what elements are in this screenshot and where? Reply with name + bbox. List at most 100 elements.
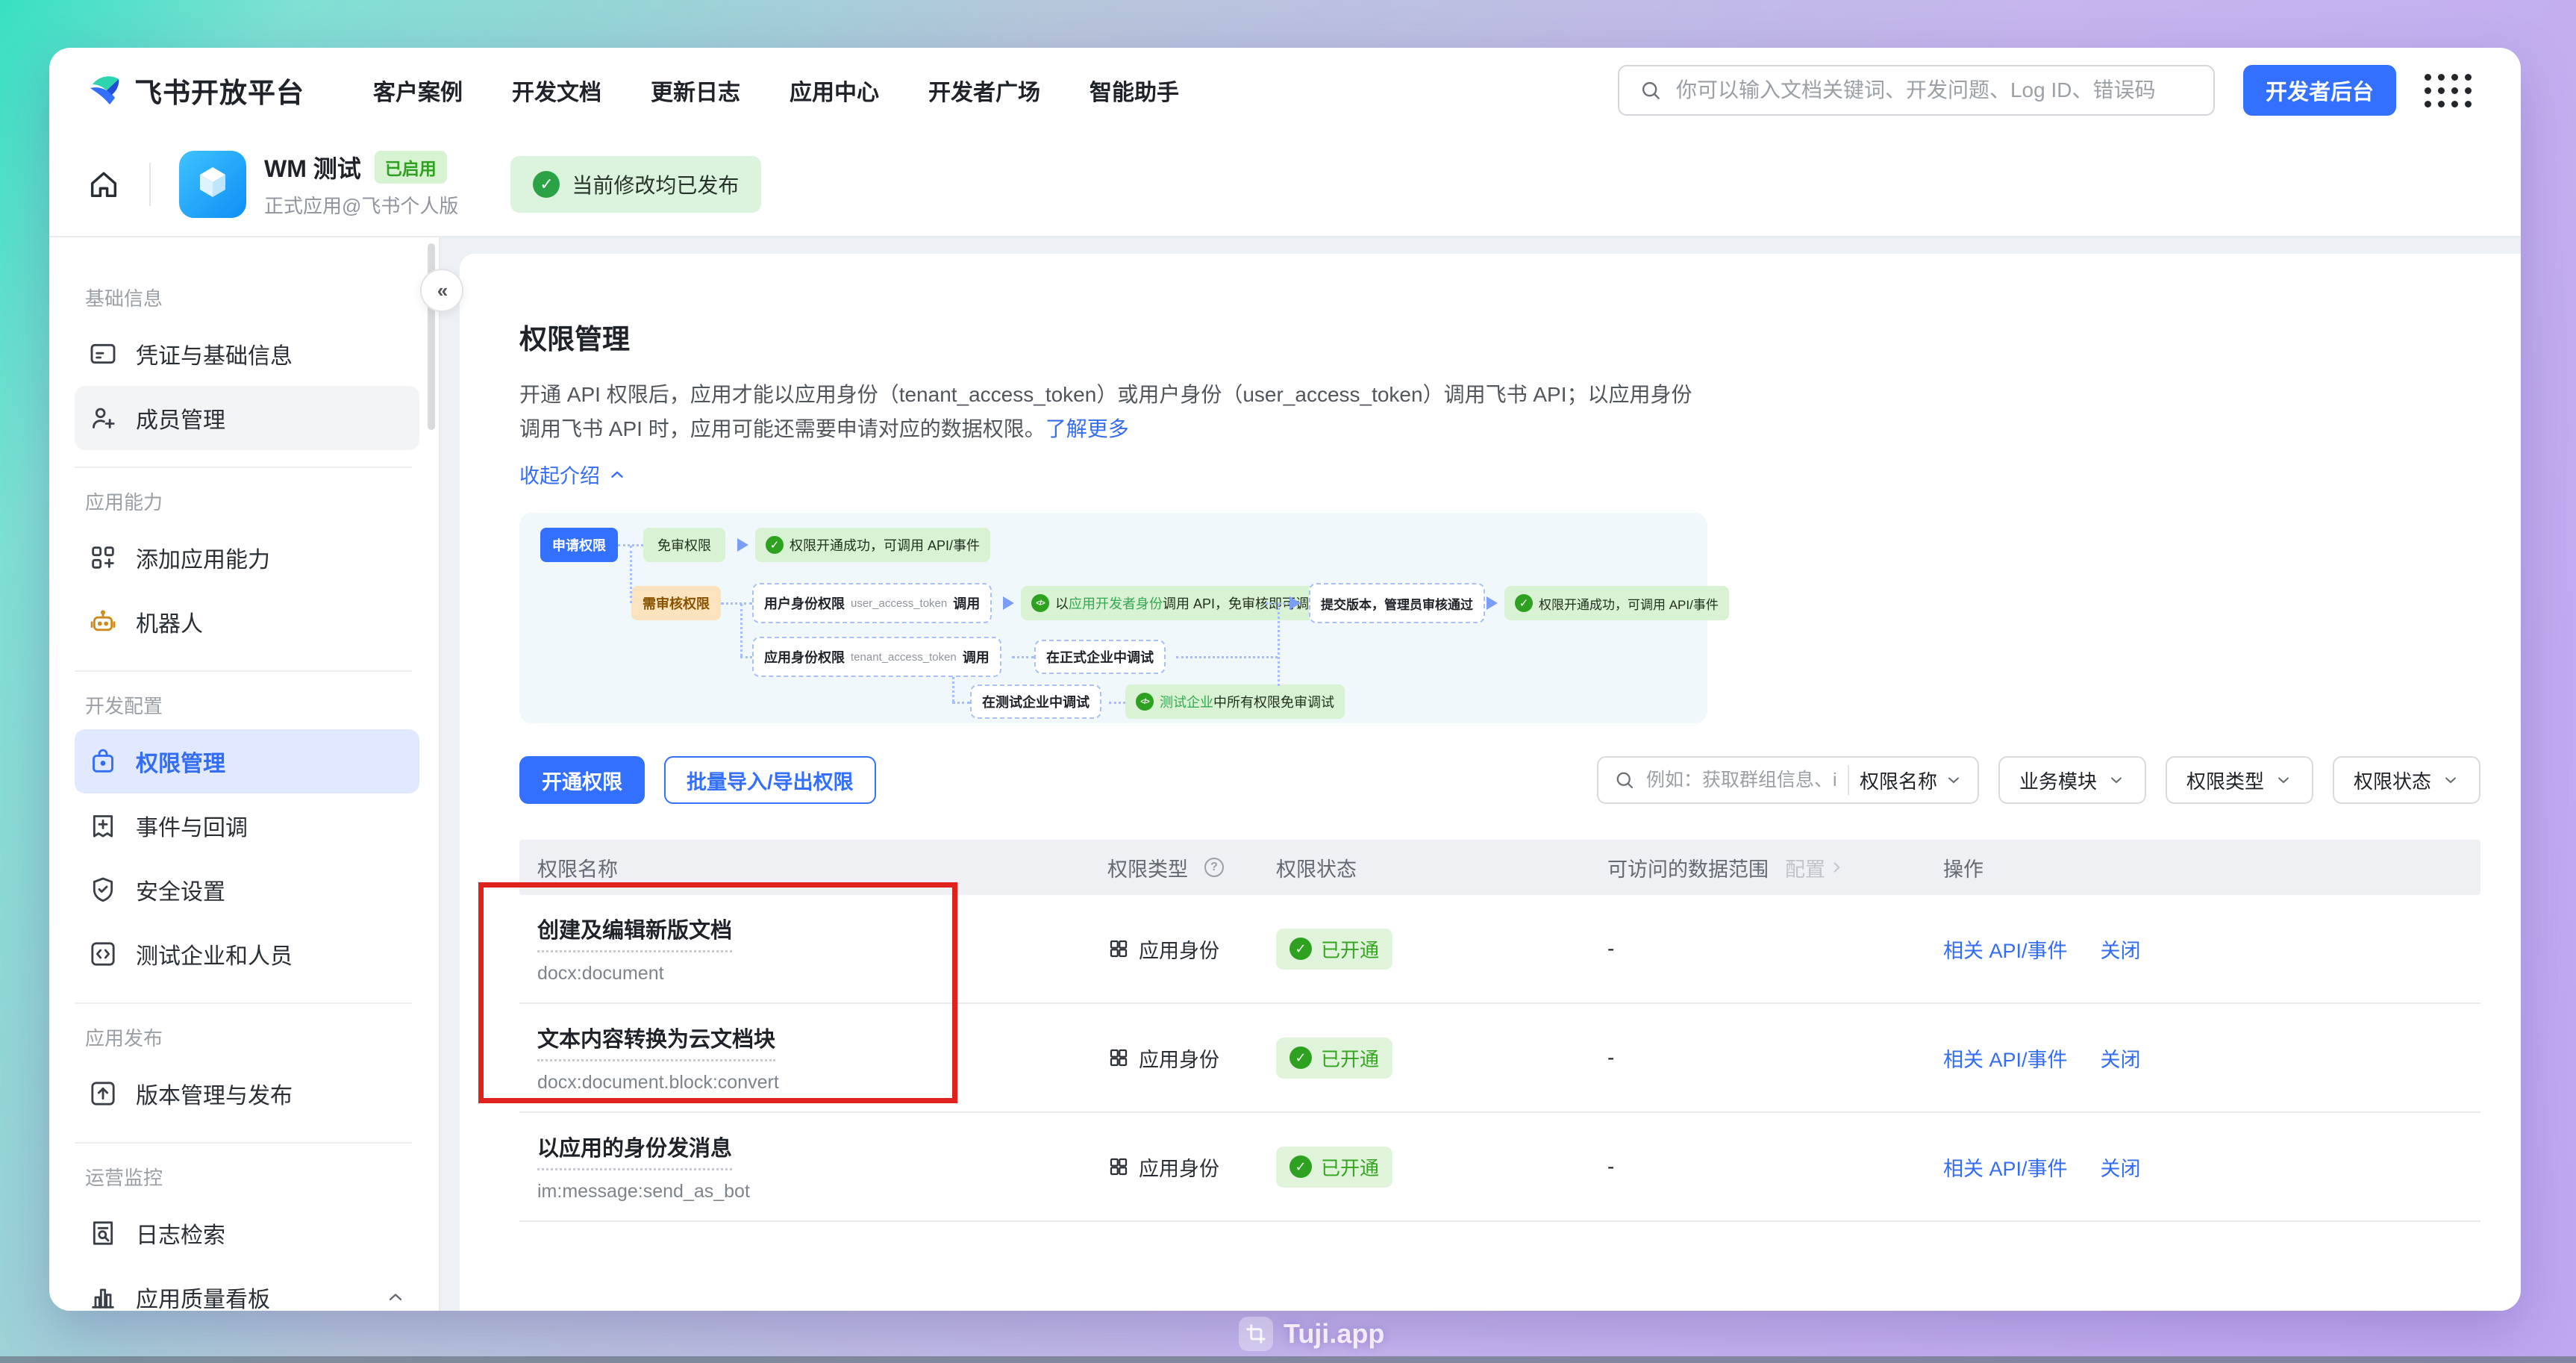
table-header: 权限名称 权限类型 ? 权限状态 可访问的数据范围 配置 [519,840,2480,895]
divider [75,1002,412,1004]
related-api-link[interactable]: 相关 API/事件 [1943,1153,2068,1182]
brand[interactable]: 飞书开放平台 [87,70,304,110]
chevron-down-icon [1945,771,1963,789]
sidebar-item-test-org[interactable]: 测试企业和人员 [75,922,419,986]
apps-grid-icon[interactable] [2425,74,2472,107]
permission-flow-diagram: 申请权限 免审权限 ✓ 权限开通成功，可调用 API/事件 需审核权限 用户身份… [519,513,1707,723]
permission-lock-icon [88,746,118,776]
flow-formal-debug-box: 在正式企业中调试 [1034,640,1166,674]
flow-arrow-icon [1003,596,1014,610]
sidebar-item-label: 权限管理 [136,745,225,778]
divider [1848,765,1849,795]
crop-icon [1239,1317,1273,1351]
flow-connector [721,602,752,605]
flow-result-row1-box: ✓ 权限开通成功，可调用 API/事件 [755,528,990,562]
sidebar-section-basic: 基础信息 [85,284,419,311]
permission-name[interactable]: 以应用的身份发消息 [537,1131,732,1170]
permission-name[interactable]: 创建及编辑新版文档 [537,913,732,952]
close-permission-link[interactable]: 关闭 [2101,935,2141,964]
chevron-down-icon [2442,771,2460,789]
open-permission-button[interactable]: 开通权限 [519,756,645,804]
chevron-up-icon[interactable] [385,1287,406,1308]
sidebar-collapse-button[interactable]: « [420,269,463,312]
sidebar-item-bot[interactable]: 机器人 [75,590,419,654]
sidebar-item-permissions[interactable]: 权限管理 [75,729,419,793]
flow-result-row2-box: ✓ 权限开通成功，可调用 API/事件 [1504,586,1729,620]
status-badge: ✓ 已开通 [1276,1147,1392,1188]
sidebar-item-credentials[interactable]: 凭证与基础信息 [75,322,419,386]
brand-title: 飞书开放平台 [134,70,304,110]
developer-console-button[interactable]: 开发者后台 [2243,65,2396,116]
sidebar-item-label: 应用质量看板 [136,1281,270,1311]
collapse-chevrons-icon: « [437,279,446,302]
related-api-link[interactable]: 相关 API/事件 [1943,1044,2068,1073]
nav-item-changelog[interactable]: 更新日志 [651,74,740,107]
flow-tenant-token-box: 应用身份权限 tenant_access_token 调用 [752,637,1001,677]
check-circle-icon: ✓ [766,536,784,554]
code-circle-icon: </> [1031,594,1049,612]
search-icon [1613,769,1636,791]
nav-item-app-center[interactable]: 应用中心 [790,74,879,107]
filter-permission-type[interactable]: 权限类型 [2166,756,2313,804]
permission-type: 应用身份 [1139,935,1219,964]
nav-item-dev-square[interactable]: 开发者广场 [928,74,1040,107]
sidebar-item-quality-dashboard[interactable]: 应用质量看板 [75,1265,419,1311]
sidebar-section-devconfig: 开发配置 [85,691,419,719]
global-search-input[interactable] [1676,78,2194,102]
learn-more-link[interactable]: 了解更多 [1045,417,1129,440]
flow-need-review-box: 需审核权限 [631,586,721,620]
sidebar-item-label: 事件与回调 [136,809,248,842]
filter-permission-status[interactable]: 权限状态 [2333,756,2480,804]
related-api-link[interactable]: 相关 API/事件 [1943,935,2068,964]
description-line2: 调用飞书 API 时，应用可能还需要申请对应的数据权限。了解更多 [519,412,2310,446]
collapse-intro-link[interactable]: 收起介绍 [519,460,627,489]
configure-link[interactable]: 配置 [1785,853,1845,882]
sidebar-item-label: 测试企业和人员 [136,938,293,970]
permission-search-input[interactable] [1646,770,1837,791]
header-data-scope: 可访问的数据范围 配置 [1607,853,1943,882]
event-callback-icon [88,811,118,840]
sidebar-item-add-capability[interactable]: 添加应用能力 [75,525,419,590]
flow-arrow-icon [737,538,748,552]
sidebar-item-events[interactable]: 事件与回调 [75,793,419,858]
global-search-box[interactable] [1618,65,2215,116]
close-permission-link[interactable]: 关闭 [2101,1153,2141,1182]
flow-connector [1109,702,1125,704]
filter-permission-name[interactable]: 权限名称 [1860,767,1963,794]
close-permission-link[interactable]: 关闭 [2101,1044,2141,1073]
flow-test-org-box: </> 测试企业中所有权限免审调试 [1125,684,1345,719]
permission-search-box[interactable]: 权限名称 [1597,756,1979,804]
check-circle-icon: ✓ [1515,594,1533,612]
sidebar-section-capability: 应用能力 [85,487,419,515]
filter-business-module[interactable]: 业务模块 [1998,756,2146,804]
log-search-icon [88,1218,118,1248]
publish-status-pill: ✓ 当前修改均已发布 [510,156,761,213]
nav-item-assistant[interactable]: 智能助手 [1090,74,1179,107]
robot-icon [88,607,118,637]
nav-item-dev-docs[interactable]: 开发文档 [512,74,601,107]
sidebar-item-version-release[interactable]: 版本管理与发布 [75,1061,419,1126]
code-circle-icon: </> [1136,693,1154,711]
status-badge: ✓ 已开通 [1276,1038,1392,1079]
batch-import-export-button[interactable]: 批量导入/导出权限 [664,756,876,804]
flow-test-debug-box: 在测试企业中调试 [970,684,1101,719]
sidebar-item-security[interactable]: 安全设置 [75,858,419,922]
app-identity-grid-icon [1107,1155,1130,1178]
help-question-icon[interactable]: ? [1204,858,1224,877]
app-subtitle: 正式应用@飞书个人版 [264,191,458,219]
divider [75,1142,412,1144]
feishu-logo-icon [87,72,122,108]
flow-connector [952,702,970,704]
permission-name[interactable]: 文本内容转换为云文档块 [537,1022,775,1061]
app-avatar [179,151,246,218]
flow-connector [630,546,632,603]
home-icon[interactable] [87,167,121,202]
divider [75,670,412,672]
app-identity-grid-icon [1107,938,1130,960]
nav-menu: 客户案例 开发文档 更新日志 应用中心 开发者广场 智能助手 [373,74,1179,107]
flow-submit-version-box: 提交版本，管理员审核通过 [1309,583,1485,623]
shield-check-icon [88,875,118,905]
sidebar-item-log-search[interactable]: 日志检索 [75,1201,419,1265]
nav-item-customer-cases[interactable]: 客户案例 [373,74,463,107]
sidebar-item-members[interactable]: 成员管理 [75,386,419,450]
